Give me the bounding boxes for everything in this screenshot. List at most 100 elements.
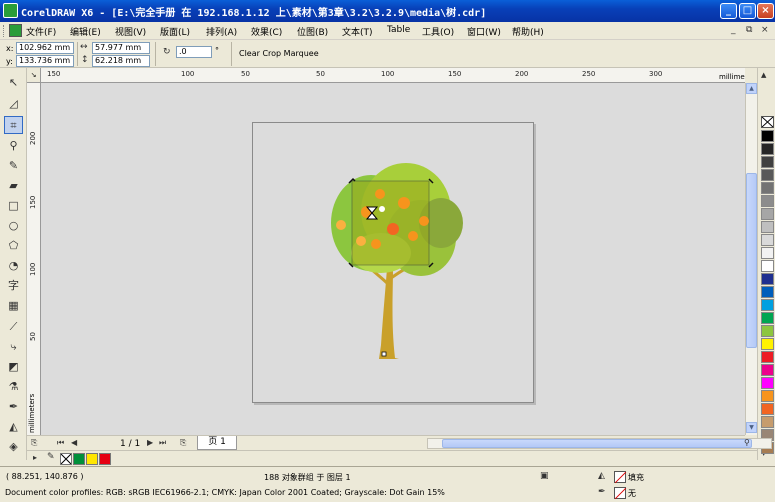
menu-table[interactable]: Table (387, 25, 410, 35)
palette-swatch[interactable] (761, 403, 774, 415)
scroll-up-button[interactable]: ▲ (746, 83, 757, 94)
smart-fill-tool-icon[interactable]: ▰ (4, 177, 23, 195)
menu-help[interactable]: 帮助(H) (512, 25, 544, 38)
palette-swatch[interactable] (761, 169, 774, 181)
next-page-button[interactable]: ▶ (147, 438, 153, 447)
palette-swatch[interactable] (761, 377, 774, 389)
height-field[interactable]: 62.218 mm (92, 55, 150, 67)
toolbar-grip[interactable] (3, 25, 6, 37)
scroll-down-button[interactable]: ▼ (746, 422, 757, 433)
palette-swatch[interactable] (761, 312, 774, 324)
palette-swatch[interactable] (761, 325, 774, 337)
prev-page-button[interactable]: ◀ (71, 438, 77, 447)
minimize-button[interactable]: _ (720, 3, 737, 19)
menu-edit[interactable]: 编辑(E) (70, 25, 101, 38)
drawing-canvas[interactable] (41, 83, 745, 435)
dimension-tool-icon[interactable]: ⟋ (4, 318, 23, 336)
add-page-icon[interactable]: ⎘ (180, 438, 186, 448)
page-options-icon[interactable]: ⎘ (31, 438, 37, 448)
first-page-button[interactable]: ⏮ (57, 438, 64, 448)
no-color-swatch[interactable] (60, 453, 72, 465)
eyedropper-icon[interactable]: ✎ (47, 452, 55, 462)
fill-tool-icon[interactable]: ◭ (4, 418, 23, 436)
palette-swatch[interactable] (761, 130, 774, 142)
docpal-arrow-icon[interactable]: ▸ (33, 453, 37, 462)
menu-file[interactable]: 文件(F) (26, 25, 56, 38)
palette-swatch[interactable] (761, 416, 774, 428)
palette-swatch[interactable] (761, 182, 774, 194)
horizontal-ruler[interactable]: 150 100 50 0 50 100 150 200 250 300 mill… (41, 68, 745, 83)
text-tool-icon[interactable]: 字 (4, 277, 23, 295)
ellipse-tool-icon[interactable]: ○ (4, 217, 23, 235)
menu-effects[interactable]: 效果(C) (251, 25, 282, 38)
vertical-scroll-thumb[interactable] (746, 173, 757, 348)
palette-swatch[interactable] (761, 364, 774, 376)
rectangle-tool-icon[interactable]: □ (4, 197, 23, 215)
palette-swatch[interactable] (761, 247, 774, 259)
last-page-button[interactable]: ⏭ (159, 438, 166, 448)
menu-bitmaps[interactable]: 位图(B) (297, 25, 328, 38)
menu-tools[interactable]: 工具(O) (422, 25, 454, 38)
palette-swatch[interactable] (761, 156, 774, 168)
vertical-ruler[interactable]: 200 150 100 50 0 millimeters (27, 83, 41, 435)
palette-swatch[interactable] (761, 208, 774, 220)
document-palette-swatch[interactable] (73, 453, 85, 465)
outline-pen-tool-icon[interactable]: ✒ (4, 398, 23, 416)
y-position-field[interactable]: 133.736 mm (16, 55, 74, 67)
document-palette-swatch[interactable] (99, 453, 111, 465)
horizontal-scroll-thumb[interactable] (442, 439, 752, 448)
interactive-fill-tool-icon[interactable]: ◈ (4, 438, 23, 456)
vertical-scrollbar[interactable]: ▲ ▼ (745, 83, 757, 435)
freehand-tool-icon[interactable]: ✎ (4, 157, 23, 175)
palette-swatch[interactable] (761, 273, 774, 285)
ruler-origin[interactable]: ↘ (27, 68, 41, 83)
palette-swatch[interactable] (761, 234, 774, 246)
doc-close-button[interactable]: × (761, 25, 769, 35)
outline-indicator[interactable] (614, 487, 626, 499)
x-position-field[interactable]: 102.962 mm (16, 42, 74, 54)
palette-swatch[interactable] (761, 338, 774, 350)
menu-text[interactable]: 文本(T) (342, 25, 373, 38)
menu-window[interactable]: 窗口(W) (467, 25, 501, 38)
tree-illustration[interactable] (41, 83, 745, 435)
doc-restore-button[interactable]: ⧉ (746, 25, 752, 35)
blend-tool-icon[interactable]: ◩ (4, 358, 23, 376)
polygon-tool-icon[interactable]: ⬠ (4, 237, 23, 255)
coreldraw-app-icon[interactable] (3, 3, 18, 18)
zoom-tool-icon[interactable]: ⚲ (4, 137, 23, 155)
document-icon[interactable] (9, 24, 22, 37)
eyedropper-tool-icon[interactable]: ⚗ (4, 378, 23, 396)
crop-tool-icon[interactable]: ⌗ (4, 116, 23, 134)
palette-scroll-up-icon[interactable]: ▲ (761, 71, 766, 79)
width-field[interactable]: 57.977 mm (92, 42, 150, 54)
palette-swatch[interactable] (761, 143, 774, 155)
shape-tool-icon[interactable]: ◿ (4, 95, 23, 113)
palette-swatch[interactable] (761, 286, 774, 298)
connector-tool-icon[interactable]: ⤷ (4, 338, 23, 356)
menu-layout[interactable]: 版面(L) (160, 25, 190, 38)
maximize-button[interactable]: □ (739, 3, 756, 19)
menu-view[interactable]: 视图(V) (115, 25, 146, 38)
menu-arrange[interactable]: 排列(A) (206, 25, 237, 38)
close-button[interactable]: × (757, 3, 774, 19)
no-color-swatch[interactable] (761, 116, 774, 128)
clear-crop-marquee-button[interactable]: Clear Crop Marquee (239, 49, 319, 58)
snap-icon[interactable]: ▣ (540, 471, 549, 481)
palette-swatch[interactable] (761, 195, 774, 207)
page-tab[interactable]: 页 1 (197, 436, 237, 450)
palette-swatch[interactable] (761, 221, 774, 233)
table-tool-icon[interactable]: ▦ (4, 297, 23, 315)
palette-swatch[interactable] (761, 260, 774, 272)
basic-shapes-tool-icon[interactable]: ◔ (4, 257, 23, 275)
palette-swatch[interactable] (761, 390, 774, 402)
fill-indicator[interactable] (614, 471, 626, 483)
zoom-icon[interactable]: ⚲ (744, 438, 750, 447)
document-color-profiles[interactable]: Document color profiles: RGB: sRGB IEC61… (5, 488, 445, 497)
doc-minimize-button[interactable]: _ (731, 25, 736, 35)
palette-swatch[interactable] (761, 299, 774, 311)
document-palette-swatch[interactable] (86, 453, 98, 465)
palette-swatch[interactable] (761, 351, 774, 363)
pick-tool-icon[interactable]: ↖ (4, 74, 23, 92)
horizontal-scrollbar[interactable] (427, 438, 772, 449)
rotation-angle-field[interactable]: .0 (176, 46, 212, 58)
